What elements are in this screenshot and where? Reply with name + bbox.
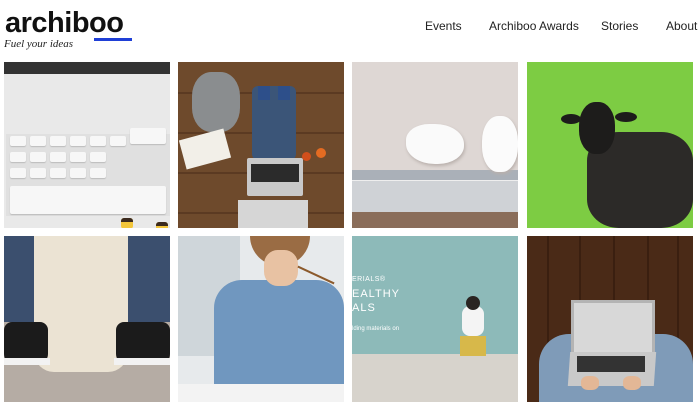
key [10,186,166,214]
lego-figure [152,222,170,228]
gallery-tile-laptop-topview[interactable] [178,62,344,228]
gallery-tile-earbuds[interactable] [352,62,518,228]
hand [623,376,641,390]
dog-legs [34,236,128,372]
lego-figure [117,218,137,228]
lego-hair [121,218,133,222]
laptop-keyboard [251,164,299,182]
site-header: archiboo Fuel your ideas Events Archiboo… [0,0,699,58]
tile-overlay-text: ALS [352,302,376,314]
earbud [482,116,518,172]
key [30,152,46,162]
hand [581,376,599,390]
key [70,168,86,178]
sneaker-sole [114,358,170,365]
key [90,168,106,178]
floor [352,354,518,402]
child-head [466,296,480,310]
gallery-tile-keyboard[interactable] [4,62,170,228]
sheep-head [579,102,615,154]
sock [258,86,270,100]
key [110,136,126,146]
tagline: Fuel your ideas [4,38,74,50]
key [30,168,46,178]
laptop [247,158,303,196]
tile-overlay-text: ERIALS® [352,276,386,283]
nav-link-stories[interactable]: Stories [601,19,638,33]
gallery-tile-dog-sneakers[interactable] [4,236,170,402]
cat [192,72,240,132]
tile-overlay-text: EALTHY [352,288,400,300]
earbud [406,124,464,164]
tile-bg-band [4,62,170,74]
key [30,136,46,146]
key [10,168,26,178]
gallery-tile-child-teal-wall[interactable]: ERIALS® EALTHY ALS lding materials on [352,236,518,402]
stool [460,336,486,356]
phone [352,180,518,213]
laptop-keyboard [577,356,645,372]
nav-link-archiboo-awards[interactable]: Archiboo Awards [489,19,579,33]
key [50,152,66,162]
key [70,136,86,146]
key [90,136,106,146]
paper [178,128,232,170]
orange-fruit [302,152,311,161]
logo[interactable]: archiboo [5,7,132,41]
laptop-screen [571,300,655,356]
tile-overlay-text: lding materials on [352,326,400,332]
orange-fruit [316,148,326,158]
key [130,128,166,144]
lego-hair [156,222,168,226]
nav-link-events[interactable]: Events [425,19,462,33]
gallery-tile-laptop-floor[interactable] [527,236,693,402]
jeans-leg [122,236,170,322]
key [50,168,66,178]
sheep-ear [561,114,581,124]
denim-shirt [214,280,344,392]
table-surface [352,212,518,228]
key [70,152,86,162]
keyboard-image [6,128,170,216]
shirt [238,200,308,228]
sheep-ear [615,112,637,122]
logo-accent-underline [94,38,132,41]
key [90,152,106,162]
logo-wordmark[interactable]: archiboo [5,7,124,39]
nav-link-about[interactable]: About [666,19,697,33]
key [10,136,26,146]
child [462,306,484,336]
gallery-tile-woman-pen[interactable] [178,236,344,402]
key [10,152,26,162]
key [50,136,66,146]
sneaker-sole [4,358,50,365]
gallery-tile-black-sheep[interactable] [527,62,693,228]
face [264,250,298,286]
desk [178,384,344,402]
sock [278,86,290,100]
